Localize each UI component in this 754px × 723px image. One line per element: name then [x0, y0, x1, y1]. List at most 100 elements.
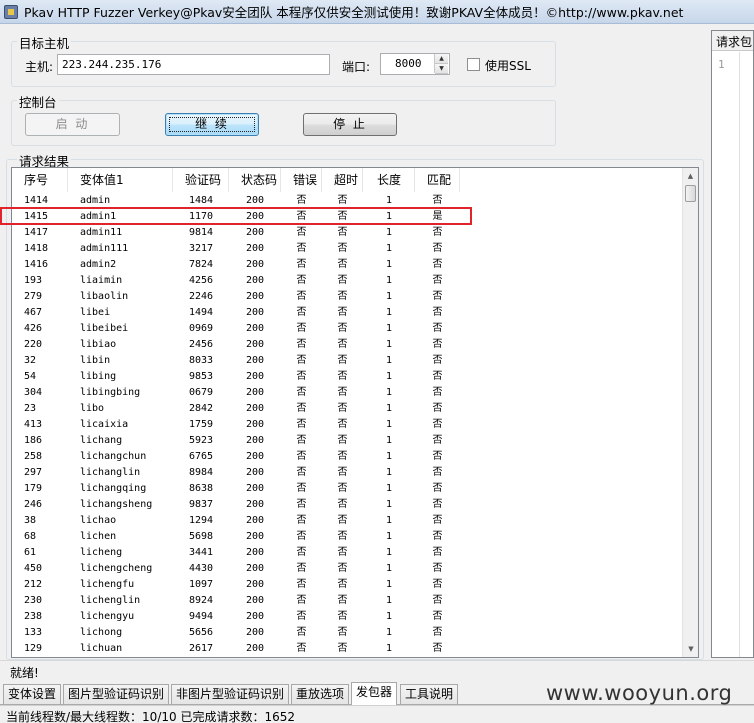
- table-row[interactable]: 304 libingbing 0679 200 否 否 1 否: [12, 385, 684, 401]
- column-header-timeout[interactable]: 超时: [322, 168, 363, 192]
- table-row[interactable]: 68 lichen 5698 200 否 否 1 否: [12, 529, 684, 545]
- table-row[interactable]: 450 lichengcheng 4430 200 否 否 1 否: [12, 561, 684, 577]
- use-ssl-label[interactable]: 使用SSL: [485, 57, 531, 74]
- column-header-match[interactable]: 匹配: [415, 168, 460, 192]
- cell-error: 否: [296, 579, 307, 590]
- results-header: 序号 变体值1 验证码 状态码 错误 超时 长度 匹配: [12, 168, 684, 192]
- stop-button[interactable]: 停 止: [303, 113, 397, 136]
- use-ssl-checkbox[interactable]: [467, 58, 480, 71]
- cell-index: 1418: [24, 243, 49, 254]
- table-row[interactable]: 179 lichangqing 8638 200 否 否 1 否: [12, 481, 684, 497]
- highlight-annotation: [0, 207, 472, 225]
- results-list[interactable]: 序号 变体值1 验证码 状态码 错误 超时 长度 匹配 1414 admin 148…: [11, 167, 699, 658]
- cell-length: 1: [385, 483, 393, 494]
- tab-tool-help[interactable]: 工具说明: [400, 684, 459, 704]
- cell-match: 否: [432, 499, 443, 510]
- request-packet-tab[interactable]: 请求包: [712, 31, 753, 51]
- tab-variant-settings[interactable]: 变体设置: [3, 684, 62, 704]
- cell-match: 否: [432, 563, 443, 574]
- cell-match: 否: [432, 595, 443, 606]
- tab-replay-options[interactable]: 重放选项: [291, 684, 350, 704]
- cell-status-code: 200: [245, 579, 265, 590]
- port-spinner[interactable]: ▲ ▼: [434, 54, 448, 74]
- table-row[interactable]: 238 lichengyu 9494 200 否 否 1 否: [12, 609, 684, 625]
- table-row[interactable]: 193 liaimin 4256 200 否 否 1 否: [12, 273, 684, 289]
- table-row[interactable]: 246 lichangsheng 9837 200 否 否 1 否: [12, 497, 684, 513]
- tab-sender[interactable]: 发包器: [351, 682, 398, 705]
- table-row[interactable]: 279 libaolin 2246 200 否 否 1 否: [12, 289, 684, 305]
- cell-match: 否: [432, 275, 443, 286]
- cell-timeout: 否: [337, 355, 348, 366]
- host-input[interactable]: 223.244.235.176: [57, 54, 330, 75]
- cell-index: 212: [24, 579, 43, 590]
- table-row[interactable]: 1418 admin111 3217 200 否 否 1 否: [12, 241, 684, 257]
- cell-length: 1: [385, 371, 393, 382]
- scroll-thumb[interactable]: [685, 185, 696, 202]
- table-row[interactable]: 1416 admin2 7824 200 否 否 1 否: [12, 257, 684, 273]
- cell-captcha: 3217: [188, 243, 214, 254]
- table-row[interactable]: 133 lichong 5656 200 否 否 1 否: [12, 625, 684, 641]
- table-row[interactable]: 23 libo 2842 200 否 否 1 否: [12, 401, 684, 417]
- cell-captcha: 8638: [188, 483, 214, 494]
- spin-down-icon[interactable]: ▼: [435, 64, 448, 74]
- table-row[interactable]: 220 libiao 2456 200 否 否 1 否: [12, 337, 684, 353]
- cell-status-code: 200: [245, 291, 265, 302]
- cell-error: 否: [296, 243, 307, 254]
- table-row[interactable]: 467 libei 1494 200 否 否 1 否: [12, 305, 684, 321]
- title-bar[interactable]: Pkav HTTP Fuzzer Verkey@Pkav安全团队 本程序仅供安全…: [0, 0, 754, 24]
- table-row[interactable]: 1417 admin11 9814 200 否 否 1 否: [12, 225, 684, 241]
- target-host-group-label: 目标主机: [17, 33, 72, 52]
- cell-index: 1416: [24, 259, 49, 270]
- cell-captcha: 1494: [188, 307, 214, 318]
- cell-timeout: 否: [337, 371, 348, 382]
- cell-variant: libing: [80, 371, 117, 382]
- table-row[interactable]: 129 lichuan 2617 200 否 否 1 否: [12, 641, 684, 657]
- table-row[interactable]: 297 lichanglin 8984 200 否 否 1 否: [12, 465, 684, 481]
- cell-match: 否: [432, 627, 443, 638]
- cell-variant: licaixia: [80, 419, 129, 430]
- table-row[interactable]: 54 libing 9853 200 否 否 1 否: [12, 369, 684, 385]
- cell-index: 467: [24, 307, 43, 318]
- tab-image-captcha[interactable]: 图片型验证码识别: [63, 684, 170, 704]
- column-header-length[interactable]: 长度: [363, 168, 415, 192]
- cell-captcha: 9494: [188, 611, 214, 622]
- column-header-index[interactable]: 序号: [12, 168, 68, 192]
- cell-status-code: 200: [245, 531, 265, 542]
- cell-status-code: 200: [245, 275, 265, 286]
- continue-button[interactable]: 继 续: [165, 113, 259, 136]
- table-row[interactable]: 212 lichengfu 1097 200 否 否 1 否: [12, 577, 684, 593]
- cell-length: 1: [385, 403, 393, 414]
- column-header-error[interactable]: 错误: [281, 168, 322, 192]
- request-packet-panel[interactable]: 请求包 1: [711, 30, 754, 658]
- column-header-status[interactable]: 状态码: [229, 168, 281, 192]
- cell-captcha: 8924: [188, 595, 214, 606]
- table-row[interactable]: 413 licaixia 1759 200 否 否 1 否: [12, 417, 684, 433]
- cell-captcha: 7824: [188, 259, 214, 270]
- cell-captcha: 2246: [188, 291, 214, 302]
- tab-non-image-captcha[interactable]: 非图片型验证码识别: [171, 684, 290, 704]
- column-header-variant[interactable]: 变体值1: [68, 168, 173, 192]
- cell-index: 238: [24, 611, 43, 622]
- cell-captcha: 8984: [188, 467, 214, 478]
- table-row[interactable]: 230 lichenglin 8924 200 否 否 1 否: [12, 593, 684, 609]
- cell-error: 否: [296, 371, 307, 382]
- cell-timeout: 否: [337, 547, 348, 558]
- table-row[interactable]: 32 libin 8033 200 否 否 1 否: [12, 353, 684, 369]
- scroll-down-icon[interactable]: ▼: [683, 641, 698, 657]
- table-row[interactable]: 61 licheng 3441 200 否 否 1 否: [12, 545, 684, 561]
- cell-error: 否: [296, 483, 307, 494]
- spin-up-icon[interactable]: ▲: [435, 54, 448, 64]
- results-scrollbar[interactable]: ▲ ▼: [682, 168, 698, 657]
- scroll-up-icon[interactable]: ▲: [683, 168, 698, 184]
- column-header-captcha[interactable]: 验证码: [173, 168, 229, 192]
- cell-status-code: 200: [245, 243, 265, 254]
- cell-error: 否: [296, 499, 307, 510]
- table-row[interactable]: 258 lichangchun 6765 200 否 否 1 否: [12, 449, 684, 465]
- cell-index: 186: [24, 435, 43, 446]
- table-row[interactable]: 426 libeibei 0969 200 否 否 1 否: [12, 321, 684, 337]
- table-row[interactable]: 186 lichang 5923 200 否 否 1 否: [12, 433, 684, 449]
- cell-index: 426: [24, 323, 43, 334]
- table-row[interactable]: 38 lichao 1294 200 否 否 1 否: [12, 513, 684, 529]
- cell-length: 1: [385, 547, 393, 558]
- start-button[interactable]: 启 动: [25, 113, 120, 136]
